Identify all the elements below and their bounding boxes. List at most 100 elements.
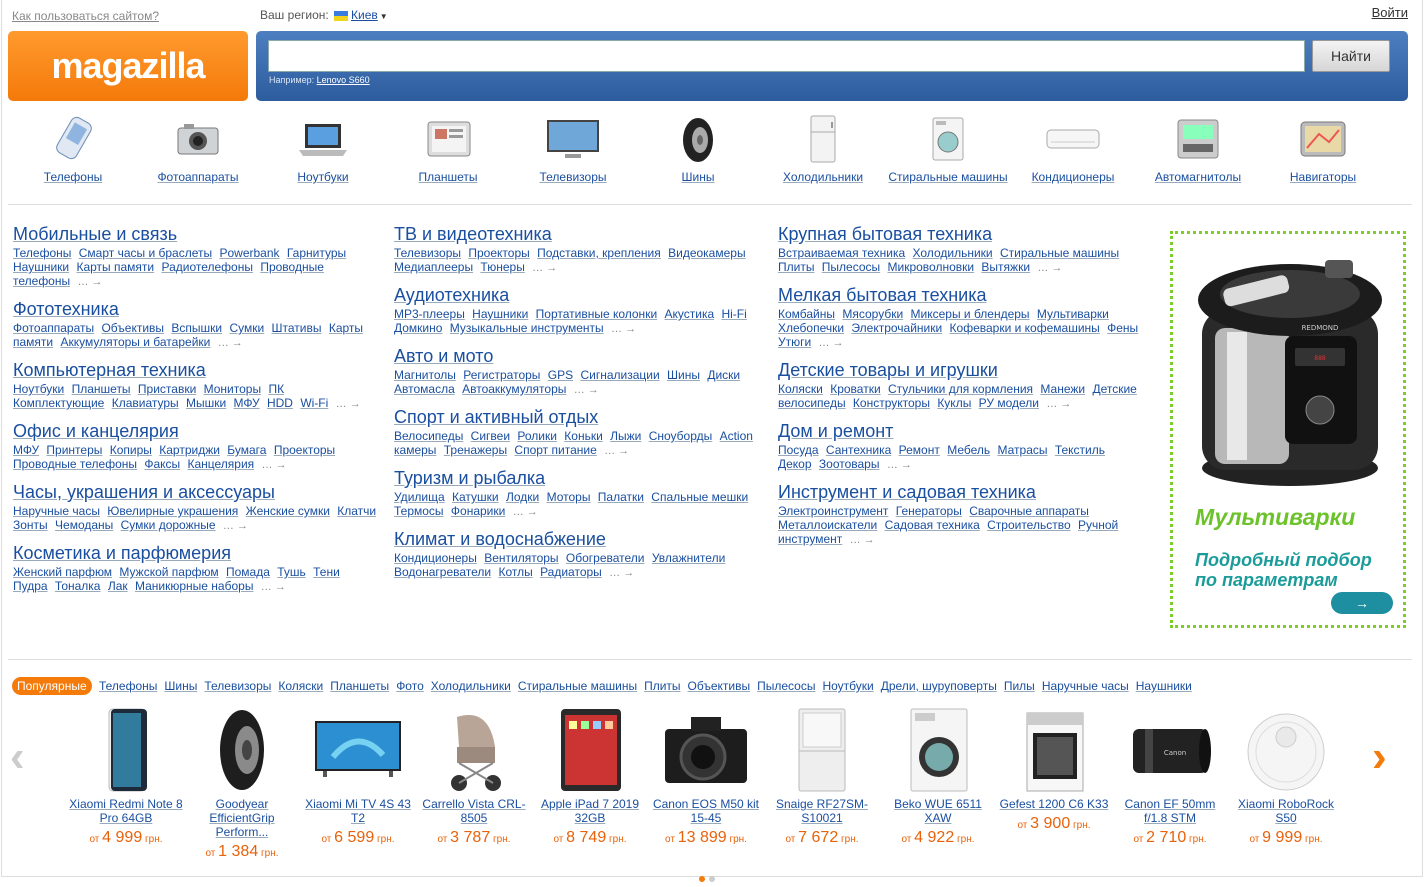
catalog-link[interactable]: Строительство [987, 518, 1071, 532]
catalog-link[interactable]: Магнитолы [394, 368, 456, 382]
catalog-link[interactable]: Картриджи [159, 443, 220, 457]
product-name[interactable]: Xiaomi Mi TV 4S 43 T2 [300, 797, 416, 825]
category-washer[interactable]: Стиральные машины [883, 110, 1013, 184]
catalog-link[interactable]: Сигнализации [580, 368, 659, 382]
popular-tab[interactable]: Фото [396, 679, 424, 693]
catalog-link[interactable]: Мебель [947, 443, 990, 457]
catalog-link[interactable]: Hi-Fi [721, 307, 746, 321]
more-arrow-link[interactable]: … → [1037, 262, 1062, 274]
catalog-link[interactable]: Кроватки [830, 382, 880, 396]
catalog-link[interactable]: Фонарики [451, 504, 505, 518]
catalog-link[interactable]: Ремонт [899, 443, 940, 457]
more-arrow-link[interactable]: … → [887, 459, 912, 471]
popular-tab[interactable]: Ноутбуки [822, 679, 873, 693]
catalog-group-title[interactable]: Авто и мото [394, 346, 493, 366]
product-card[interactable]: Canon EOS M50 kit 15-45 от 13 899 грн. [648, 705, 764, 847]
catalog-link[interactable]: Женский парфюм [13, 565, 112, 579]
catalog-link[interactable]: Тушь [277, 565, 306, 579]
catalog-link[interactable]: Вентиляторы [484, 551, 558, 565]
more-arrow-link[interactable]: … → [819, 337, 844, 349]
catalog-link[interactable]: Пылесосы [822, 260, 880, 274]
catalog-link[interactable]: Портативные колонки [536, 307, 658, 321]
ad-arrow-button[interactable]: → [1331, 592, 1393, 614]
catalog-link[interactable]: Радиотелефоны [161, 260, 253, 274]
catalog-link[interactable]: Миксеры и блендеры [911, 307, 1030, 321]
catalog-link[interactable]: Радиаторы [540, 565, 602, 579]
category-car-radio[interactable]: Автомагнитолы [1133, 110, 1263, 184]
catalog-link[interactable]: Лодки [506, 490, 539, 504]
category-label[interactable]: Фотоаппараты [133, 170, 263, 184]
caret-down-icon[interactable]: ▼ [380, 12, 388, 21]
tv-product-icon[interactable] [300, 705, 416, 795]
catalog-group-title[interactable]: Инструмент и садовая техника [778, 482, 1036, 502]
catalog-link[interactable]: Металлоискатели [778, 518, 877, 532]
catalog-link[interactable]: Канцелярия [188, 457, 255, 471]
lens-product-icon[interactable]: Canon [1112, 705, 1228, 795]
catalog-group-title[interactable]: Дом и ремонт [778, 421, 893, 441]
robot-vacuum-product-icon[interactable] [1228, 705, 1344, 795]
catalog-group-title[interactable]: Крупная бытовая техника [778, 224, 992, 244]
tablet-product-icon[interactable] [532, 705, 648, 795]
popular-tab[interactable]: Плиты [644, 679, 680, 693]
category-navigator[interactable]: Навигаторы [1258, 110, 1388, 184]
catalog-link[interactable]: Телефоны [13, 246, 71, 260]
catalog-link[interactable]: Бумага [227, 443, 266, 457]
catalog-link[interactable]: Помада [226, 565, 270, 579]
catalog-link[interactable]: Матрасы [997, 443, 1047, 457]
catalog-link[interactable]: Зоотовары [819, 457, 880, 471]
catalog-link[interactable]: Наушники [13, 260, 69, 274]
product-name[interactable]: Apple iPad 7 2019 32GB [532, 797, 648, 825]
more-arrow-link[interactable]: … → [604, 445, 629, 457]
catalog-link[interactable]: Моторы [547, 490, 591, 504]
category-fridge[interactable]: Холодильники [758, 110, 888, 184]
catalog-group-title[interactable]: ТВ и видеотехника [394, 224, 552, 244]
catalog-link[interactable]: Водонагреватели [394, 565, 491, 579]
catalog-link[interactable]: Садовая техника [885, 518, 980, 532]
popular-tab[interactable]: Стиральные машины [518, 679, 637, 693]
catalog-link[interactable]: Куклы [937, 396, 971, 410]
catalog-link[interactable]: Видеокамеры [668, 246, 745, 260]
catalog-link[interactable]: РУ модели [979, 396, 1039, 410]
catalog-link[interactable]: МФУ [234, 396, 260, 410]
fridge-icon[interactable] [793, 114, 853, 164]
catalog-link[interactable]: Женские сумки [246, 504, 330, 518]
catalog-link[interactable]: Генераторы [896, 504, 962, 518]
catalog-link[interactable]: Клатчи [337, 504, 376, 518]
catalog-link[interactable]: Котлы [498, 565, 532, 579]
catalog-group-title[interactable]: Компьютерная техника [13, 360, 206, 380]
more-arrow-link[interactable]: … → [262, 459, 287, 471]
catalog-link[interactable]: Встраиваемая техника [778, 246, 905, 260]
catalog-link[interactable]: Катушки [452, 490, 499, 504]
catalog-link[interactable]: Сумки дорожные [121, 518, 216, 532]
catalog-link[interactable]: Спорт питание [514, 443, 596, 457]
product-name[interactable]: Snaige RF27SM-S10021 [764, 797, 880, 825]
catalog-link[interactable]: Коньки [564, 429, 603, 443]
category-laptop[interactable]: Ноутбуки [258, 110, 388, 184]
catalog-link[interactable]: Тренажеры [444, 443, 507, 457]
catalog-link[interactable]: Коляски [778, 382, 823, 396]
more-arrow-link[interactable]: … → [609, 567, 634, 579]
catalog-group-title[interactable]: Офис и канцелярия [13, 421, 179, 441]
catalog-link[interactable]: Проводные телефоны [13, 457, 137, 471]
laptop-icon[interactable] [293, 114, 353, 164]
tire-icon[interactable] [668, 114, 728, 164]
category-label[interactable]: Холодильники [758, 170, 888, 184]
catalog-link[interactable]: Вытяжки [981, 260, 1030, 274]
catalog-link[interactable]: Декор [778, 457, 812, 471]
product-card[interactable]: Xiaomi Redmi Note 8 Pro 64GB от 4 999 грн… [68, 705, 184, 847]
catalog-link[interactable]: Гарнитуры [287, 246, 346, 260]
catalog-link[interactable]: Ювелирные украшения [107, 504, 238, 518]
catalog-link[interactable]: Комбайны [778, 307, 835, 321]
catalog-link[interactable]: HDD [267, 396, 293, 410]
category-label[interactable]: Навигаторы [1258, 170, 1388, 184]
product-name[interactable]: Beko WUE 6511 XAW [880, 797, 996, 825]
popular-tab[interactable]: Пылесосы [757, 679, 815, 693]
catalog-link[interactable]: Тоналка [55, 579, 101, 593]
category-ac[interactable]: Кондиционеры [1008, 110, 1138, 184]
popular-tab[interactable]: Объективы [688, 679, 751, 693]
search-input[interactable] [268, 40, 1305, 72]
catalog-link[interactable]: Конструкторы [853, 396, 930, 410]
region-city[interactable]: Киев [351, 8, 378, 22]
catalog-link[interactable]: Аккумуляторы и батарейки [60, 335, 210, 349]
tablet-icon[interactable] [418, 114, 478, 164]
